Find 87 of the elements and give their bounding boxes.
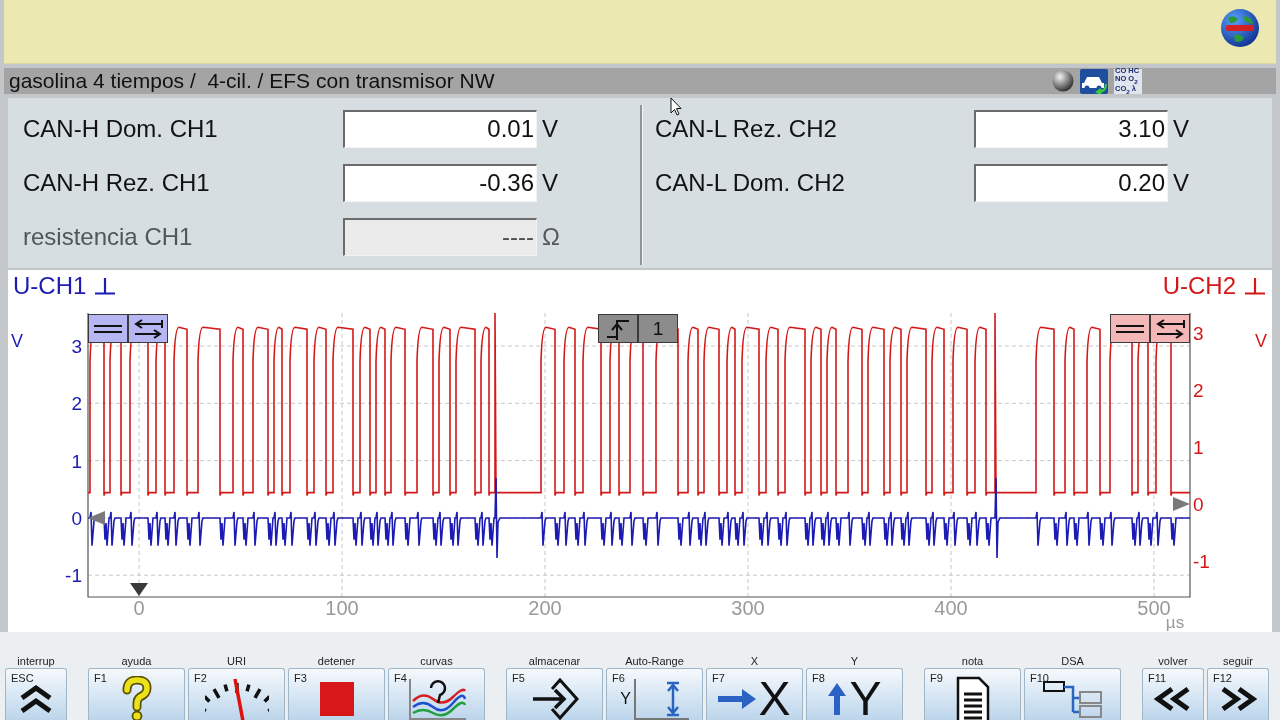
measurement-label: CAN-L Rez. CH2: [655, 115, 837, 143]
y-tick-label: 0: [71, 507, 82, 529]
swap-arrows-icon: [1155, 318, 1185, 339]
double-chevron-up-icon: [18, 683, 54, 714]
unit-label: V: [541, 115, 558, 143]
value-field: ----: [343, 218, 537, 256]
unit-label: V: [541, 169, 558, 197]
key-caption: nota: [961, 654, 984, 668]
function-key[interactable]: F2: [188, 668, 285, 720]
axis-unit: V: [11, 331, 23, 351]
breadcrumb-path: gasolina 4 tiempos / 4-cil. / EFS con transmisor NW: [9, 69, 496, 93]
function-key[interactable]: F1: [88, 668, 185, 720]
arrow-up-icon: [827, 682, 848, 715]
function-key[interactable]: F9: [924, 668, 1021, 720]
marker-triangle-icon: [1173, 497, 1190, 511]
key-caption: seguir: [1223, 654, 1253, 668]
unit-label: Ω: [541, 223, 560, 251]
y-tick-label: 1: [71, 450, 82, 472]
trigger-channel-button[interactable]: 1: [638, 314, 678, 343]
function-key[interactable]: F4: [388, 668, 485, 720]
y-tick-label: 1: [1193, 437, 1204, 458]
curves-icon: [406, 676, 467, 720]
key-caption: ayuda: [121, 654, 152, 668]
y-tick-label: -1: [1193, 551, 1210, 572]
measurement-label: CAN-H Rez. CH1: [23, 169, 210, 197]
globe-logo-icon: [1220, 8, 1260, 48]
y-tick-label: 0: [1193, 494, 1204, 515]
question-mark-icon: [120, 675, 153, 720]
ground-symbol-icon: [94, 277, 117, 295]
cursor-tool-button[interactable]: [88, 314, 128, 343]
measurement-label: CAN-L Dom. CH2: [655, 169, 845, 197]
value-field: 0.20: [974, 164, 1168, 202]
x-tick-label: 200: [528, 597, 562, 619]
stop-icon: [319, 681, 354, 716]
vertical-range-icon: [632, 676, 689, 720]
key-caption: Y: [850, 654, 859, 668]
value-field: 3.10: [974, 110, 1168, 148]
function-key[interactable]: F6 Y: [606, 668, 703, 720]
cursor-tool-button[interactable]: [128, 314, 168, 343]
key-caption: DSA: [1061, 654, 1084, 668]
key-caption: interrup: [17, 654, 55, 668]
value-field: 0.01: [343, 110, 537, 148]
key-caption: curvas: [420, 654, 453, 668]
function-key[interactable]: F3: [288, 668, 385, 720]
y-tick-label: -1: [65, 565, 82, 587]
ground-symbol-icon: [1244, 277, 1266, 295]
x-tick-label: 300: [731, 597, 765, 619]
key-caption: detener: [317, 654, 356, 668]
marker-triangle-icon: [88, 511, 105, 525]
y-tick-label: 3: [1193, 323, 1204, 344]
value-field: -0.36: [343, 164, 537, 202]
channel-title: U-CH1: [13, 272, 87, 300]
x-tick-label: 100: [325, 597, 359, 619]
key-caption: X: [750, 654, 759, 668]
y-tick-label: 3: [71, 336, 82, 357]
key-caption: URI: [227, 654, 246, 668]
x-tick-label: 0: [133, 597, 145, 619]
y-tick-label: 2: [71, 393, 82, 415]
car-icon: [1080, 68, 1108, 94]
function-key[interactable]: F10: [1024, 668, 1121, 720]
key-caption: almacenar: [528, 654, 581, 668]
sphere-icon: [1052, 70, 1074, 92]
measurement-label: CAN-H Dom. CH1: [23, 115, 218, 143]
x-tick-label: 400: [934, 597, 968, 619]
swap-arrows-icon: [133, 318, 163, 339]
x-tick-label: 500: [1137, 597, 1171, 619]
key-caption: Auto-Range: [625, 654, 684, 668]
y-tick-label: 2: [1193, 380, 1204, 401]
function-key[interactable]: F7 X: [706, 668, 803, 720]
arrow-right-icon: [718, 687, 757, 710]
function-key[interactable]: ESC: [5, 668, 67, 720]
document-icon: [955, 675, 990, 720]
mouse-pointer-icon: [670, 97, 682, 116]
marker-triangle-icon: [130, 583, 148, 596]
trigger-edge-button[interactable]: [598, 314, 638, 343]
axis-unit: V: [1255, 331, 1267, 351]
measurement-label: resistencia CH1: [23, 223, 193, 251]
function-key[interactable]: F12: [1207, 668, 1269, 720]
cursor-tool-button[interactable]: [1110, 314, 1150, 343]
key-caption: volver: [1158, 654, 1188, 668]
cursor-tool-button[interactable]: [1150, 314, 1190, 343]
function-key[interactable]: F5: [506, 668, 603, 720]
unit-label: V: [1172, 115, 1189, 143]
function-key[interactable]: F8 Y: [806, 668, 903, 720]
unit-label: V: [1172, 169, 1189, 197]
function-key[interactable]: F11: [1142, 668, 1204, 720]
channel-title: U-CH2: [1162, 272, 1236, 300]
